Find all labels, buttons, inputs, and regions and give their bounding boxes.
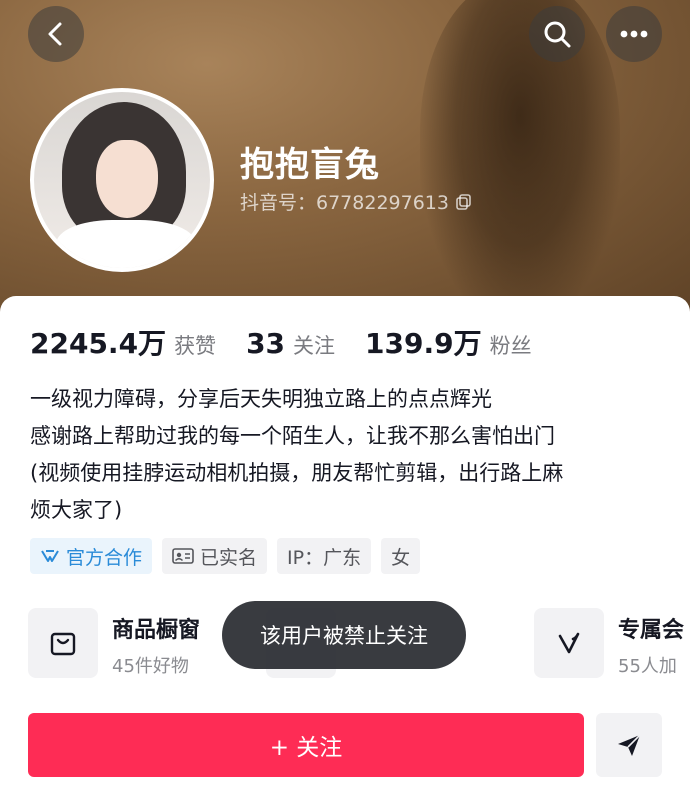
exclusive-member-title[interactable]: 专属会: [618, 612, 684, 644]
tag-label: IP：广东: [287, 546, 362, 569]
more-dots-icon: [620, 30, 648, 38]
tag-label: 官方合作: [66, 546, 143, 569]
official-cooperation-icon: [41, 550, 59, 562]
bio-line: (视频使用挂脖运动相机拍摄，朋友帮忙剪辑，出行路上麻: [30, 461, 564, 485]
followers-label[interactable]: 粉丝: [490, 330, 532, 360]
nickname: 抱抱盲兔: [240, 145, 380, 185]
douyin-id-row[interactable]: 抖音号：67782297613: [240, 188, 473, 215]
share-button[interactable]: [596, 713, 662, 777]
exclusive-member-button[interactable]: [534, 608, 604, 678]
bio-line: 一级视力障碍，分享后天失明独立路上的点点辉光: [30, 387, 492, 411]
likes-label: 获赞: [174, 334, 217, 358]
tag-verified[interactable]: 已实名: [162, 538, 268, 574]
tag-ip-location: IP：广东: [277, 538, 372, 574]
bio-line: 感谢路上帮助过我的每一个陌生人，让我不那么害怕出门: [30, 424, 555, 448]
shopping-bag-icon: [50, 632, 76, 656]
stats-row: 2245.4万 获赞 33 关注 139.9万 粉丝: [30, 322, 562, 362]
toast-message: 该用户被禁止关注: [222, 601, 466, 669]
shop-window-title[interactable]: 商品橱窗: [112, 612, 200, 644]
back-button[interactable]: [28, 6, 84, 62]
following-label[interactable]: 关注: [293, 330, 335, 360]
douyin-id: 抖音号：67782297613: [240, 192, 449, 214]
avatar-shirt: [56, 220, 196, 268]
shop-window-subtitle: 45件好物: [112, 656, 189, 677]
follow-button[interactable]: + 关注: [28, 713, 584, 777]
back-arrow-icon: [48, 22, 62, 46]
tag-row: 官方合作 已实名 IP：广东 女: [30, 538, 421, 574]
search-icon: [544, 21, 571, 48]
bio: 一级视力障碍，分享后天失明独立路上的点点辉光 感谢路上帮助过我的每一个陌生人，让…: [30, 381, 670, 529]
exclusive-member-subtitle: 55人加: [618, 656, 677, 677]
shop-window-button[interactable]: [28, 608, 98, 678]
bio-line: 烦大家了): [30, 498, 123, 522]
tag-gender: 女: [381, 538, 421, 574]
avatar-face: [96, 140, 158, 218]
tag-label: 女: [391, 546, 411, 569]
copy-icon[interactable]: [455, 193, 473, 211]
tag-official-cooperation[interactable]: 官方合作: [30, 538, 153, 574]
banner-silhouette: [420, 0, 620, 320]
send-icon: [618, 734, 641, 756]
search-button[interactable]: [529, 6, 585, 62]
likes-count: 2245.4万: [30, 327, 167, 360]
id-card-icon: [172, 548, 194, 564]
followers-count[interactable]: 139.9万: [365, 322, 482, 362]
avatar[interactable]: [30, 88, 214, 272]
following-count[interactable]: 33: [246, 327, 285, 360]
more-button[interactable]: [606, 6, 662, 62]
tag-label: 已实名: [200, 546, 258, 569]
v-badge-icon: [558, 632, 580, 654]
